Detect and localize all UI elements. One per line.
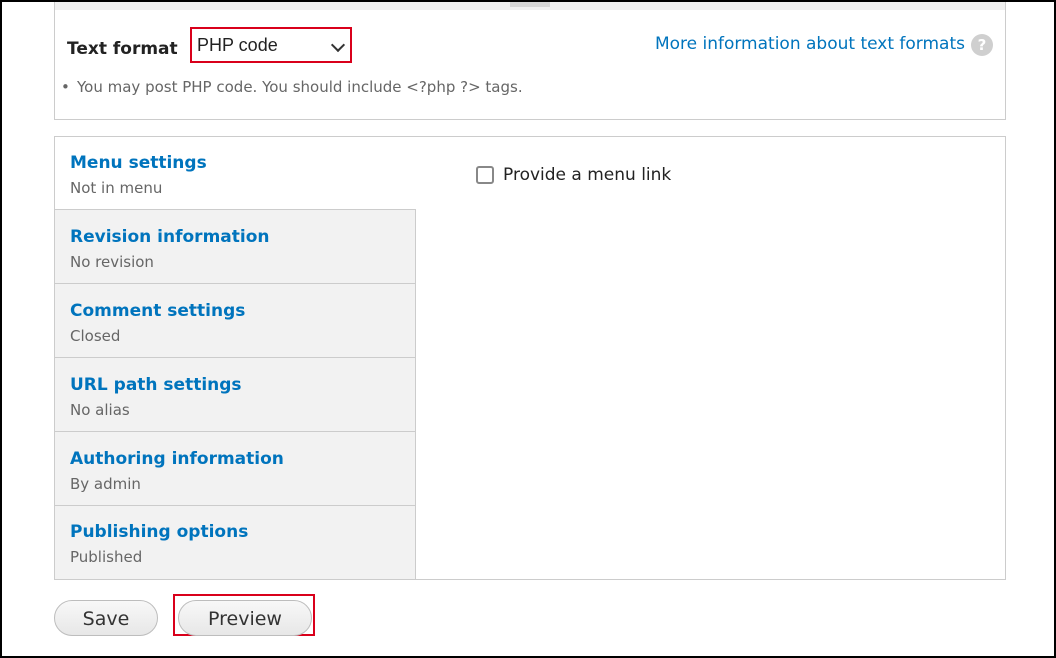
tab-publishing-options[interactable]: Publishing options Published — [55, 506, 415, 579]
text-format-highlight: PHP code — [190, 27, 352, 63]
bullet-icon: • — [61, 78, 70, 96]
provide-menu-link-checkbox[interactable] — [476, 166, 494, 184]
resize-handle[interactable] — [510, 2, 550, 7]
tab-revision-information[interactable]: Revision information No revision — [55, 211, 415, 284]
tab-summary: Closed — [70, 327, 121, 345]
text-format-tip: • You may post PHP code. You should incl… — [61, 78, 523, 96]
tab-title: Authoring information — [70, 449, 284, 469]
text-format-select[interactable]: PHP code — [195, 32, 347, 58]
tab-title: URL path settings — [70, 375, 242, 395]
tab-summary: By admin — [70, 475, 141, 493]
tab-url-path-settings[interactable]: URL path settings No alias — [55, 359, 415, 432]
tab-comment-settings[interactable]: Comment settings Closed — [55, 285, 415, 358]
save-button[interactable]: Save — [54, 600, 158, 636]
provide-menu-link-label[interactable]: Provide a menu link — [503, 165, 671, 185]
chevron-down-icon — [330, 37, 346, 53]
top-strip — [54, 2, 1006, 10]
more-info-text-formats-link[interactable]: More information about text formats — [655, 34, 965, 54]
text-format-selected-value: PHP code — [197, 35, 278, 55]
vertical-tabs-panel: Menu settings Not in menu Revision infor… — [54, 136, 1006, 580]
help-icon[interactable]: ? — [971, 34, 993, 56]
text-format-panel: Text format PHP code More information ab… — [54, 10, 1006, 120]
tab-title: Comment settings — [70, 301, 246, 321]
vertical-tab-list: Menu settings Not in menu Revision infor… — [55, 137, 416, 579]
tab-summary: Not in menu — [70, 179, 163, 197]
tab-menu-settings[interactable]: Menu settings Not in menu — [55, 137, 416, 210]
preview-button[interactable]: Preview — [178, 600, 312, 636]
menu-settings-pane: Provide a menu link — [416, 137, 1005, 579]
tab-summary: Published — [70, 548, 143, 566]
tab-title: Publishing options — [70, 522, 249, 542]
tab-summary: No revision — [70, 253, 154, 271]
text-format-tip-text: You may post PHP code. You should includ… — [77, 78, 523, 96]
tab-summary: No alias — [70, 401, 130, 419]
tab-authoring-information[interactable]: Authoring information By admin — [55, 433, 415, 506]
text-format-label: Text format — [67, 39, 178, 59]
tab-title: Menu settings — [70, 153, 207, 173]
page-frame: Text format PHP code More information ab… — [0, 0, 1056, 658]
tab-title: Revision information — [70, 227, 270, 247]
